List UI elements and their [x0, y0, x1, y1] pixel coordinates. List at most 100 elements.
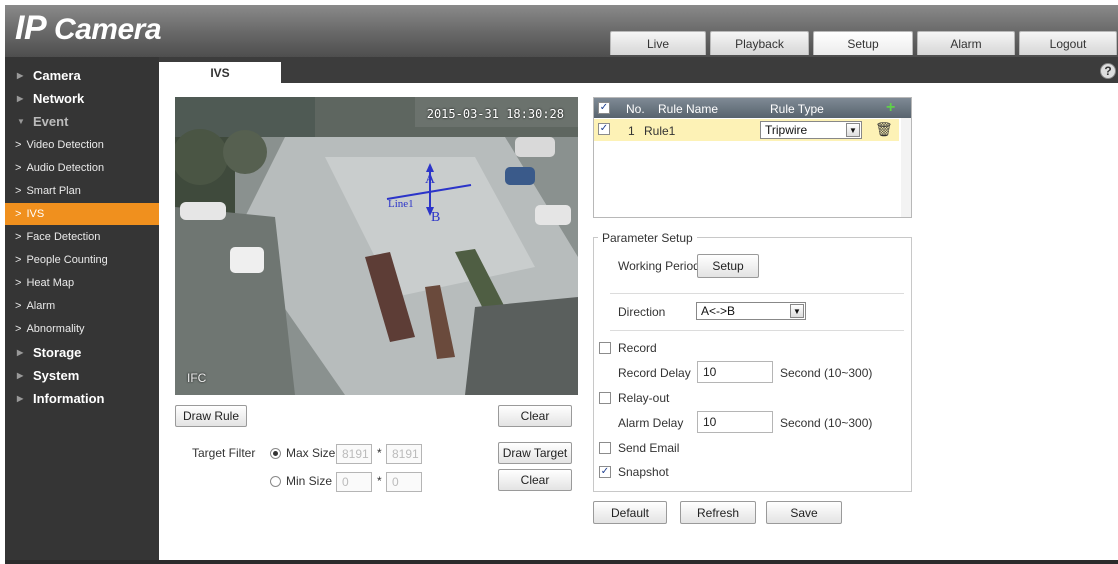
sidebar-item-label: Face Detection — [26, 231, 101, 243]
direction-select[interactable]: A<->B ▼ — [696, 302, 806, 320]
record-delay-input[interactable]: 10 — [697, 361, 773, 383]
sidebar-item-face-detection[interactable]: > Face Detection — [5, 226, 159, 248]
dropdown-arrow-icon: ▼ — [846, 123, 860, 137]
record-delay-label: Record Delay — [618, 366, 691, 380]
relay-out-checkbox[interactable] — [599, 392, 611, 404]
sidebar-item-information[interactable]: ▶ Information — [5, 387, 159, 409]
rule-line-label: Line1 — [388, 198, 414, 210]
rule-type-select[interactable]: Tripwire ▼ — [760, 121, 862, 139]
delete-icon[interactable]: 🗑 — [875, 121, 893, 138]
sidebar-item-video-detection[interactable]: > Video Detection — [5, 134, 159, 156]
expand-icon: ▶ — [17, 93, 24, 103]
clear-target-button[interactable]: Clear — [498, 469, 572, 491]
draw-rule-button[interactable]: Draw Rule — [175, 405, 247, 427]
expand-icon: ▶ — [17, 393, 24, 403]
save-button[interactable]: Save — [766, 501, 842, 524]
main-tabs: Live Playback Setup Alarm Logout — [610, 31, 1118, 55]
sidebar-item-label: Event — [33, 113, 69, 129]
chevron-right-icon: > — [15, 254, 22, 266]
working-period-label: Working Period — [618, 259, 700, 273]
sidebar-item-label: Video Detection — [26, 139, 104, 151]
record-checkbox[interactable] — [599, 342, 611, 354]
rule-table-header: ✓ No. Rule Name Rule Type + — [594, 98, 911, 118]
target-filter-label: Target Filter — [192, 446, 256, 460]
rule-table: ✓ No. Rule Name Rule Type + ✓ 1 Rule1 Tr… — [593, 97, 912, 218]
dropdown-arrow-icon: ▼ — [790, 304, 804, 318]
sidebar-item-label: Storage — [33, 344, 82, 360]
sidebar-item-audio-detection[interactable]: > Audio Detection — [5, 157, 159, 179]
help-icon[interactable]: ? — [1100, 63, 1116, 79]
alarm-delay-input[interactable]: 10 — [697, 411, 773, 433]
sidebar-item-label: Camera — [33, 67, 81, 83]
sidebar-item-ivs[interactable]: > IVS — [5, 203, 159, 225]
min-size-radio[interactable] — [270, 476, 281, 487]
min-height-input[interactable]: 0 — [386, 472, 422, 492]
add-rule-icon[interactable]: + — [886, 99, 895, 117]
chevron-right-icon: > — [15, 323, 22, 335]
sidebar-item-alarm[interactable]: > Alarm — [5, 295, 159, 317]
tab-logout[interactable]: Logout — [1019, 31, 1117, 55]
sidebar-item-camera[interactable]: ▶ Camera — [5, 64, 159, 86]
table-row[interactable]: ✓ 1 Rule1 Tripwire ▼ 🗑 — [594, 119, 899, 141]
default-button[interactable]: Default — [593, 501, 667, 524]
min-width-input[interactable]: 0 — [336, 472, 372, 492]
divider — [610, 293, 904, 294]
sidebar-item-network[interactable]: ▶ Network — [5, 87, 159, 109]
record-delay-unit: Second (10~300) — [780, 366, 873, 380]
clear-rule-button[interactable]: Clear — [498, 405, 572, 427]
max-height-input[interactable]: 8191 — [386, 444, 422, 464]
sidebar-item-label: Heat Map — [26, 277, 75, 289]
rule-table-scrollbar[interactable] — [901, 118, 911, 217]
osd-channel-name: IFC — [187, 371, 207, 385]
sidebar-item-abnormality[interactable]: > Abnormality — [5, 318, 159, 340]
rule-enable-checkbox[interactable]: ✓ — [598, 123, 610, 135]
tab-setup[interactable]: Setup — [813, 31, 913, 55]
direction-value: A<->B — [701, 304, 736, 318]
sidebar-item-label: System — [33, 367, 80, 383]
sidebar-item-heat-map[interactable]: > Heat Map — [5, 272, 159, 294]
sidebar-item-storage[interactable]: ▶ Storage — [5, 341, 159, 363]
snapshot-checkbox[interactable]: ✓ — [599, 466, 611, 478]
size-separator: * — [377, 446, 382, 460]
chevron-right-icon: > — [15, 162, 22, 174]
refresh-button[interactable]: Refresh — [680, 501, 756, 524]
direction-b-label: B — [431, 210, 440, 225]
max-width-input[interactable]: 8191 — [336, 444, 372, 464]
expand-icon: ▶ — [17, 370, 24, 380]
expand-icon: ▶ — [17, 70, 24, 80]
sidebar-item-event[interactable]: ▼ Event — [5, 110, 159, 132]
osd-timestamp: 2015-03-31 18:30:28 — [426, 107, 564, 121]
select-all-checkbox[interactable]: ✓ — [598, 102, 610, 114]
app-header: IP Camera Live Playback Setup Alarm Logo… — [5, 5, 1118, 57]
video-preview[interactable]: A B Line1 2015-03-31 18:30:28 IFC — [175, 97, 578, 395]
bottom-border — [5, 560, 1118, 564]
sidebar-item-label: People Counting — [26, 254, 108, 266]
alarm-delay-unit: Second (10~300) — [780, 416, 873, 430]
working-period-setup-button[interactable]: Setup — [697, 254, 759, 278]
divider — [610, 330, 904, 331]
sidebar-item-label: Smart Plan — [26, 185, 81, 197]
max-size-radio[interactable] — [270, 448, 281, 459]
tab-alarm[interactable]: Alarm — [917, 31, 1015, 55]
draw-target-button[interactable]: Draw Target — [498, 442, 572, 464]
alarm-delay-label: Alarm Delay — [618, 416, 684, 430]
send-email-checkbox[interactable] — [599, 442, 611, 454]
sidebar-item-smart-plan[interactable]: > Smart Plan — [5, 180, 159, 202]
tab-playback[interactable]: Playback — [710, 31, 809, 55]
camera-scene: A B Line1 — [175, 97, 578, 395]
app-logo: IP Camera — [15, 9, 162, 47]
chevron-right-icon: > — [15, 208, 22, 220]
chevron-right-icon: > — [15, 185, 22, 197]
rule-name: Rule1 — [644, 124, 676, 138]
sidebar-item-people-counting[interactable]: > People Counting — [5, 249, 159, 271]
tab-ivs[interactable]: IVS — [159, 62, 281, 84]
sidebar-item-label: Network — [33, 90, 85, 106]
sidebar-item-system[interactable]: ▶ System — [5, 364, 159, 386]
send-email-label: Send Email — [618, 441, 680, 455]
tab-live[interactable]: Live — [610, 31, 706, 55]
direction-a-label: A — [425, 172, 436, 187]
expand-icon: ▶ — [17, 347, 24, 357]
snapshot-label: Snapshot — [618, 465, 669, 479]
sidebar: ▶ Camera ▶ Network ▼ Event > Video Detection… — [5, 57, 159, 564]
rule-type-value: Tripwire — [765, 123, 808, 137]
